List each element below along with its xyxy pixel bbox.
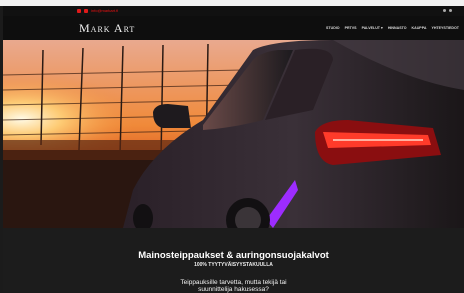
social-links: [443, 9, 452, 12]
site-logo[interactable]: Mark Art: [79, 20, 135, 36]
contact-text[interactable]: info@markart.fi: [91, 8, 118, 14]
nav-item-contact[interactable]: YHTEYSTIEDOT: [431, 25, 459, 31]
intro-text-line1: Teippauksille tarvetta, mutta tekijä tai: [180, 279, 287, 286]
hero-image: [3, 40, 464, 228]
intro-section: Mainosteippaukset & auringonsuojakalvot …: [3, 228, 464, 293]
site-header: Mark Art STUDIO PRTVS PALVELUT ▾ HINNAST…: [3, 16, 464, 40]
contact-info: info@markart.fi: [77, 8, 118, 14]
hero-car-photo: [3, 40, 464, 228]
nav-item-portfolio[interactable]: PRTVS: [345, 25, 357, 31]
nav-item-services[interactable]: PALVELUT ▾: [362, 25, 383, 31]
instagram-icon[interactable]: [449, 9, 452, 12]
nav-item-pricing[interactable]: HINNASTO: [388, 25, 407, 31]
main-nav: STUDIO PRTVS PALVELUT ▾ HINNASTO KAUPPA …: [326, 25, 459, 31]
top-bar: info@markart.fi: [3, 6, 464, 16]
nav-item-studio[interactable]: STUDIO: [326, 25, 340, 31]
intro-subheadline: 100% TYYTYVÄISYYSTAKUULLA: [194, 262, 273, 268]
mail-icon: [84, 9, 88, 13]
phone-icon: [77, 9, 81, 13]
nav-item-shop[interactable]: KAUPPA: [412, 25, 427, 31]
intro-headline: Mainosteippaukset & auringonsuojakalvot: [138, 250, 329, 261]
facebook-icon[interactable]: [443, 9, 446, 12]
